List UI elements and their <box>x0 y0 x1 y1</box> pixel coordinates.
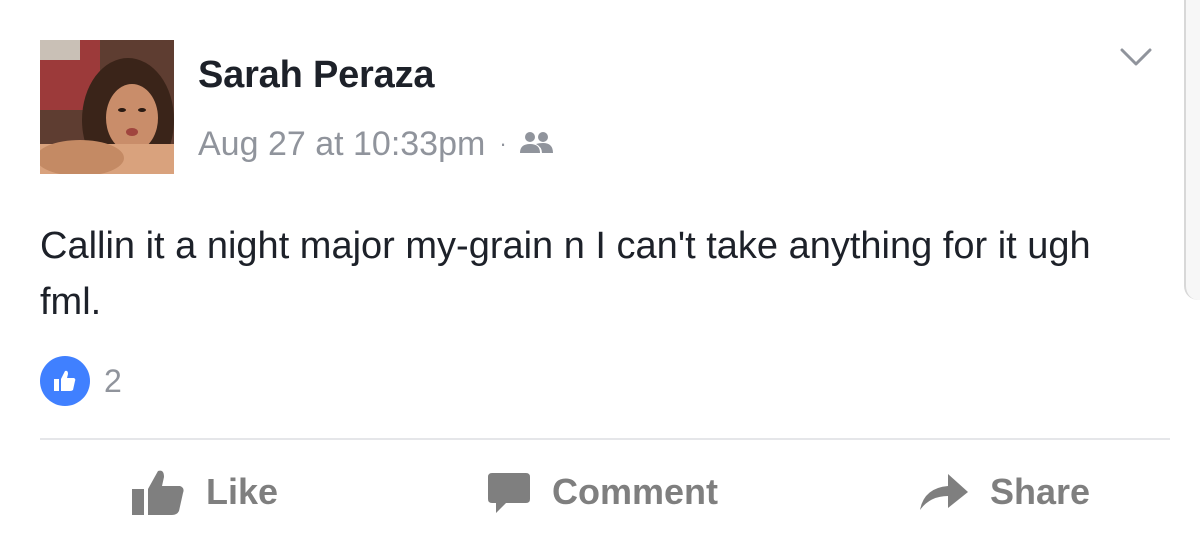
avatar-photo <box>40 40 174 174</box>
reaction-count: 2 <box>104 362 122 399</box>
divider <box>40 438 1170 440</box>
card-edge <box>1184 0 1200 300</box>
comment-icon <box>486 469 532 515</box>
like-thumb-icon <box>40 356 90 406</box>
meta-separator: · <box>499 131 507 156</box>
chevron-down-icon[interactable] <box>1118 46 1154 70</box>
share-button[interactable]: Share <box>918 462 1090 522</box>
post-meta: Aug 27 at 10:33pm · <box>198 122 555 166</box>
author-name[interactable]: Sarah Peraza <box>198 54 435 97</box>
comment-button[interactable]: Comment <box>486 462 718 522</box>
share-label: Share <box>990 471 1091 512</box>
post-text: Callin it a night major my-grain n I can… <box>40 225 1091 323</box>
avatar[interactable] <box>40 40 174 174</box>
friends-icon[interactable] <box>519 131 555 157</box>
post-timestamp[interactable]: Aug 27 at 10:33pm <box>198 125 485 164</box>
reactions-summary[interactable]: 2 <box>40 356 122 406</box>
comment-label: Comment <box>552 471 719 512</box>
like-button[interactable]: Like <box>130 462 278 522</box>
thumbs-up-icon <box>130 467 186 517</box>
like-label: Like <box>206 471 279 512</box>
post-card: Sarah Peraza Aug 27 at 10:33pm · Callin … <box>0 0 1200 542</box>
action-bar: Like Comment Share <box>0 462 1200 522</box>
share-arrow-icon <box>918 472 970 512</box>
